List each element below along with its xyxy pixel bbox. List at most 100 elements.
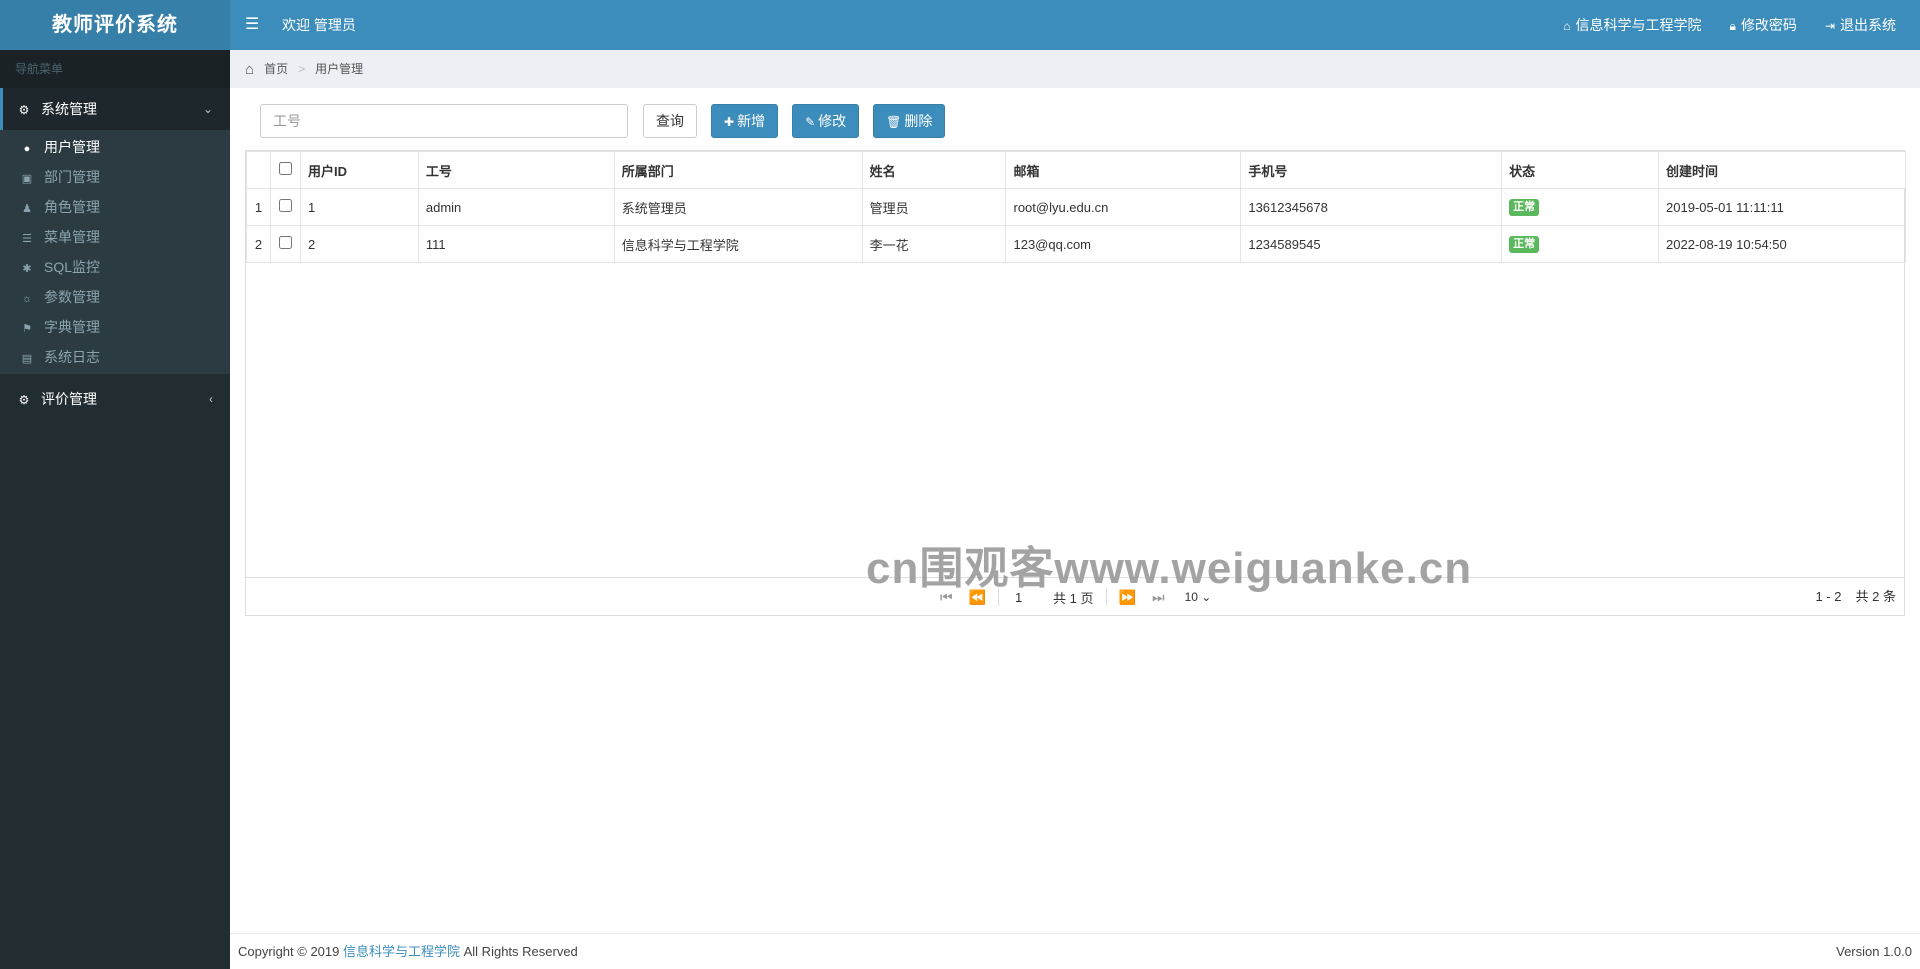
change-password-link[interactable]: 🔒︎ 修改密码 [1716,0,1811,50]
sign-out-icon: ⇥ [1824,19,1835,33]
sidebar-item-menus[interactable]: ☰ 菜单管理 [0,222,230,252]
footer-org-link[interactable]: 信息科学与工程学院 [343,944,460,959]
column-header[interactable]: 邮箱 [1005,151,1242,189]
column-header[interactable]: 用户ID [299,151,419,189]
toolbar: 查询 ✚新增 ✎修改 🗑︎删除 [260,104,946,138]
delete-button[interactable]: 🗑︎ 删除 [873,104,946,138]
nav-header: 导航菜单 [0,50,230,88]
menu-toggle-icon[interactable]: ☰ [245,0,259,50]
logout-label: 退出系统 [1840,17,1896,33]
table-row[interactable]: 2 2 111 信息科学与工程学院 李一花 123@qq.com 1234589… [246,225,1906,263]
home-icon[interactable]: ⌂ [245,61,254,78]
cell-created: 2019-05-01 11:11:11 [1658,188,1906,226]
watermark: cn围观客www.weiguanke.cn [866,544,1473,593]
cell-name: 李一花 [861,225,1007,263]
cell-status: 正常 [1501,188,1660,226]
college-label: 信息科学与工程学院 [1575,17,1702,33]
submenu-system: ● 用户管理 ▣ 部门管理 ♟ 角色管理 ☰ 菜单管理 ✱ SQL监控 ☼ 参数管理 ⚑ 字典… [0,130,230,374]
breadcrumb-home[interactable]: 首页 [264,62,288,76]
row-checkbox[interactable] [278,236,292,249]
menu-group-evaluation[interactable]: ⚙ 评价管理 ‹ [0,378,230,420]
main-content: 查询 ✚新增 ✎修改 🗑︎删除 用户ID 工号 所属部门 [230,88,1920,933]
edit-button[interactable]: ✎ 修改 [792,104,860,138]
log-icon: ▤ [21,353,33,365]
table-header-row: 用户ID 工号 所属部门 姓名 邮箱 手机号 状态 创建时间 [246,151,1906,189]
row-checkbox[interactable] [278,199,292,212]
role-icon: ♟ [22,203,32,215]
delete-label: 删除 [904,113,933,129]
menu-group-label: 系统管理 [41,101,97,117]
home-icon: ⌂ [1563,19,1571,33]
column-header[interactable]: 创建时间 [1658,151,1906,189]
menu-group-system[interactable]: ⚙ 系统管理 ⌄ [0,88,230,130]
query-button[interactable]: 查询 [643,104,697,138]
breadcrumb-current: 用户管理 [315,62,364,76]
chevron-down-icon: ⌄ [202,102,213,116]
gear-icon: ⚙ [18,103,30,117]
table-row[interactable]: 1 1 admin 系统管理员 管理员 root@lyu.edu.cn 1361… [246,188,1906,226]
cell-created: 2022-08-19 10:54:50 [1658,225,1906,263]
cell-name: 管理员 [861,188,1007,226]
copyright-prefix: Copyright © 2019 [238,944,340,959]
sidebar-item-departments[interactable]: ▣ 部门管理 [0,162,230,192]
sidebar-item-sql-monitor[interactable]: ✱ SQL监控 [0,252,230,282]
sidebar-item-label: 菜单管理 [44,229,100,245]
column-header[interactable]: 状态 [1501,151,1660,189]
rownum-header [246,151,271,189]
select-all-cell [269,151,301,189]
menu-group-label: 评价管理 [41,391,97,407]
sidebar-item-label: 用户管理 [44,139,100,155]
cell-dept: 系统管理员 [613,188,863,226]
header-links: ⌂ 信息科学与工程学院 🔒︎ 修改密码 ⇥ 退出系统 [1549,0,1910,50]
breadcrumb: ⌂ 首页 > 用户管理 [230,50,1920,88]
row-number: 2 [246,225,271,263]
column-header[interactable]: 姓名 [861,151,1007,189]
sidebar-item-label: 系统日志 [44,349,100,365]
sidebar-item-params[interactable]: ☼ 参数管理 [0,282,230,312]
cell-status: 正常 [1501,225,1660,263]
column-header[interactable]: 工号 [417,151,615,189]
cell-user-id: 1 [299,188,419,226]
search-input[interactable] [260,104,628,138]
user-icon: ● [23,143,31,155]
department-icon: ▣ [21,173,33,185]
record-total: 共 2 条 [1855,589,1896,604]
footer: Copyright © 2019 信息科学与工程学院 All Rights Re… [230,933,1920,969]
column-header[interactable]: 手机号 [1240,151,1503,189]
column-header[interactable]: 所属部门 [613,151,863,189]
cell-user-id: 2 [299,225,419,263]
welcome-text: 欢迎 管理员 [282,17,356,33]
edit-icon: ✎ [805,115,816,129]
footer-version: Version 1.0.0 [1836,944,1912,959]
copyright-suffix: All Rights Reserved [463,944,578,959]
bookmark-icon: ⚑ [22,323,32,335]
logout-link[interactable]: ⇥ 退出系统 [1811,0,1910,50]
sidebar-item-label: 角色管理 [44,199,100,215]
sidebar-item-roles[interactable]: ♟ 角色管理 [0,192,230,222]
cell-email: root@lyu.edu.cn [1005,188,1242,226]
select-all-checkbox[interactable] [278,162,292,175]
sidebar-item-users[interactable]: ● 用户管理 [0,132,230,162]
list-icon: ☰ [22,233,32,245]
add-button[interactable]: ✚ 新增 [711,104,779,138]
status-badge: 正常 [1509,199,1540,216]
trash-icon: 🗑︎ [886,115,902,129]
top-header: ☰ 欢迎 管理员 ⌂ 信息科学与工程学院 🔒︎ 修改密码 ⇥ 退出系统 [230,0,1920,50]
user-table: 用户ID 工号 所属部门 姓名 邮箱 手机号 状态 创建时间 1 1 admin… [246,151,1906,263]
sidebar-item-label: 部门管理 [44,169,100,185]
sidebar-item-label: 字典管理 [44,319,100,335]
bug-icon: ✱ [22,263,32,275]
sidebar-item-dictionary[interactable]: ⚑ 字典管理 [0,312,230,342]
record-range: 1 - 2 [1815,589,1842,604]
sidebar-item-label: 参数管理 [44,289,100,305]
plus-icon: ✚ [724,115,735,129]
lock-icon: 🔒︎ [1729,19,1736,33]
sidebar-item-logs[interactable]: ▤ 系统日志 [0,342,230,372]
college-link[interactable]: ⌂ 信息科学与工程学院 [1549,0,1715,50]
app-logo[interactable]: 教师评价系统 [0,0,230,50]
breadcrumb-separator: > [298,62,306,76]
edit-label: 修改 [818,113,847,129]
row-select-cell [269,225,301,263]
chevron-left-icon: ‹ [209,392,213,406]
cell-code: admin [417,188,615,226]
